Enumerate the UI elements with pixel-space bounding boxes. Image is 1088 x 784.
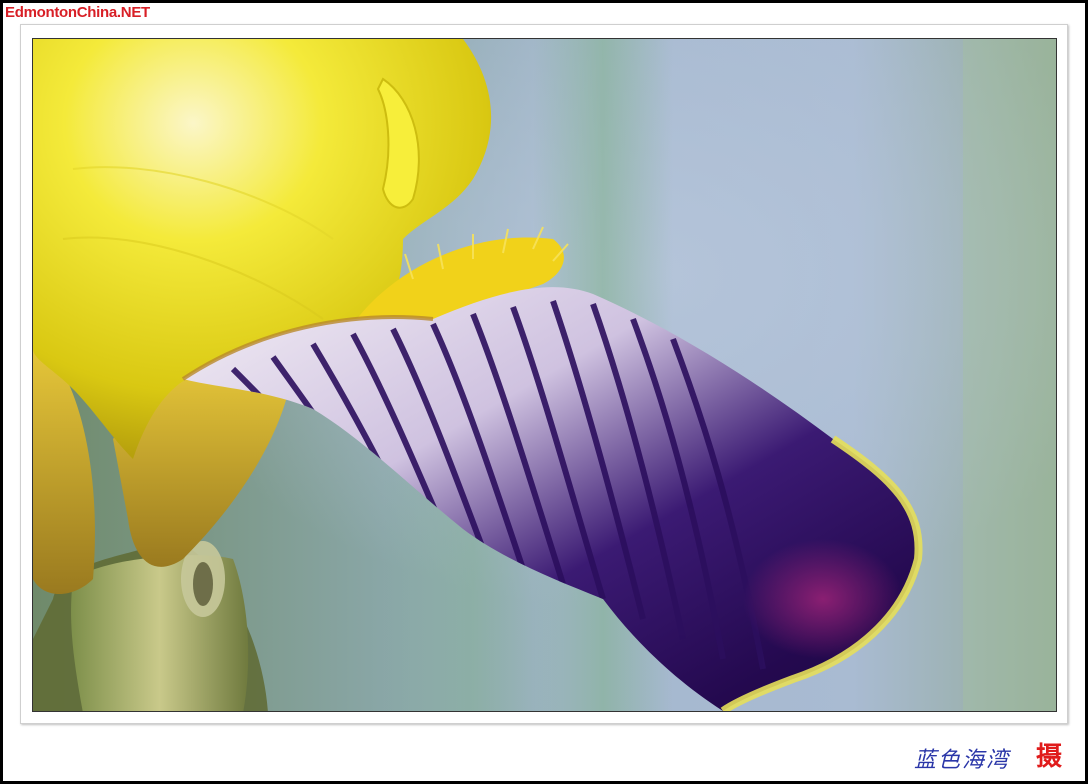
site-watermark: EdmontonChina.NET bbox=[5, 4, 150, 21]
iris-photo bbox=[32, 38, 1057, 712]
iris-photo-art bbox=[33, 39, 1056, 711]
photographer-signature: 蓝色海湾 bbox=[914, 748, 1011, 773]
photo-credit-seal: 摄 bbox=[1036, 742, 1063, 772]
